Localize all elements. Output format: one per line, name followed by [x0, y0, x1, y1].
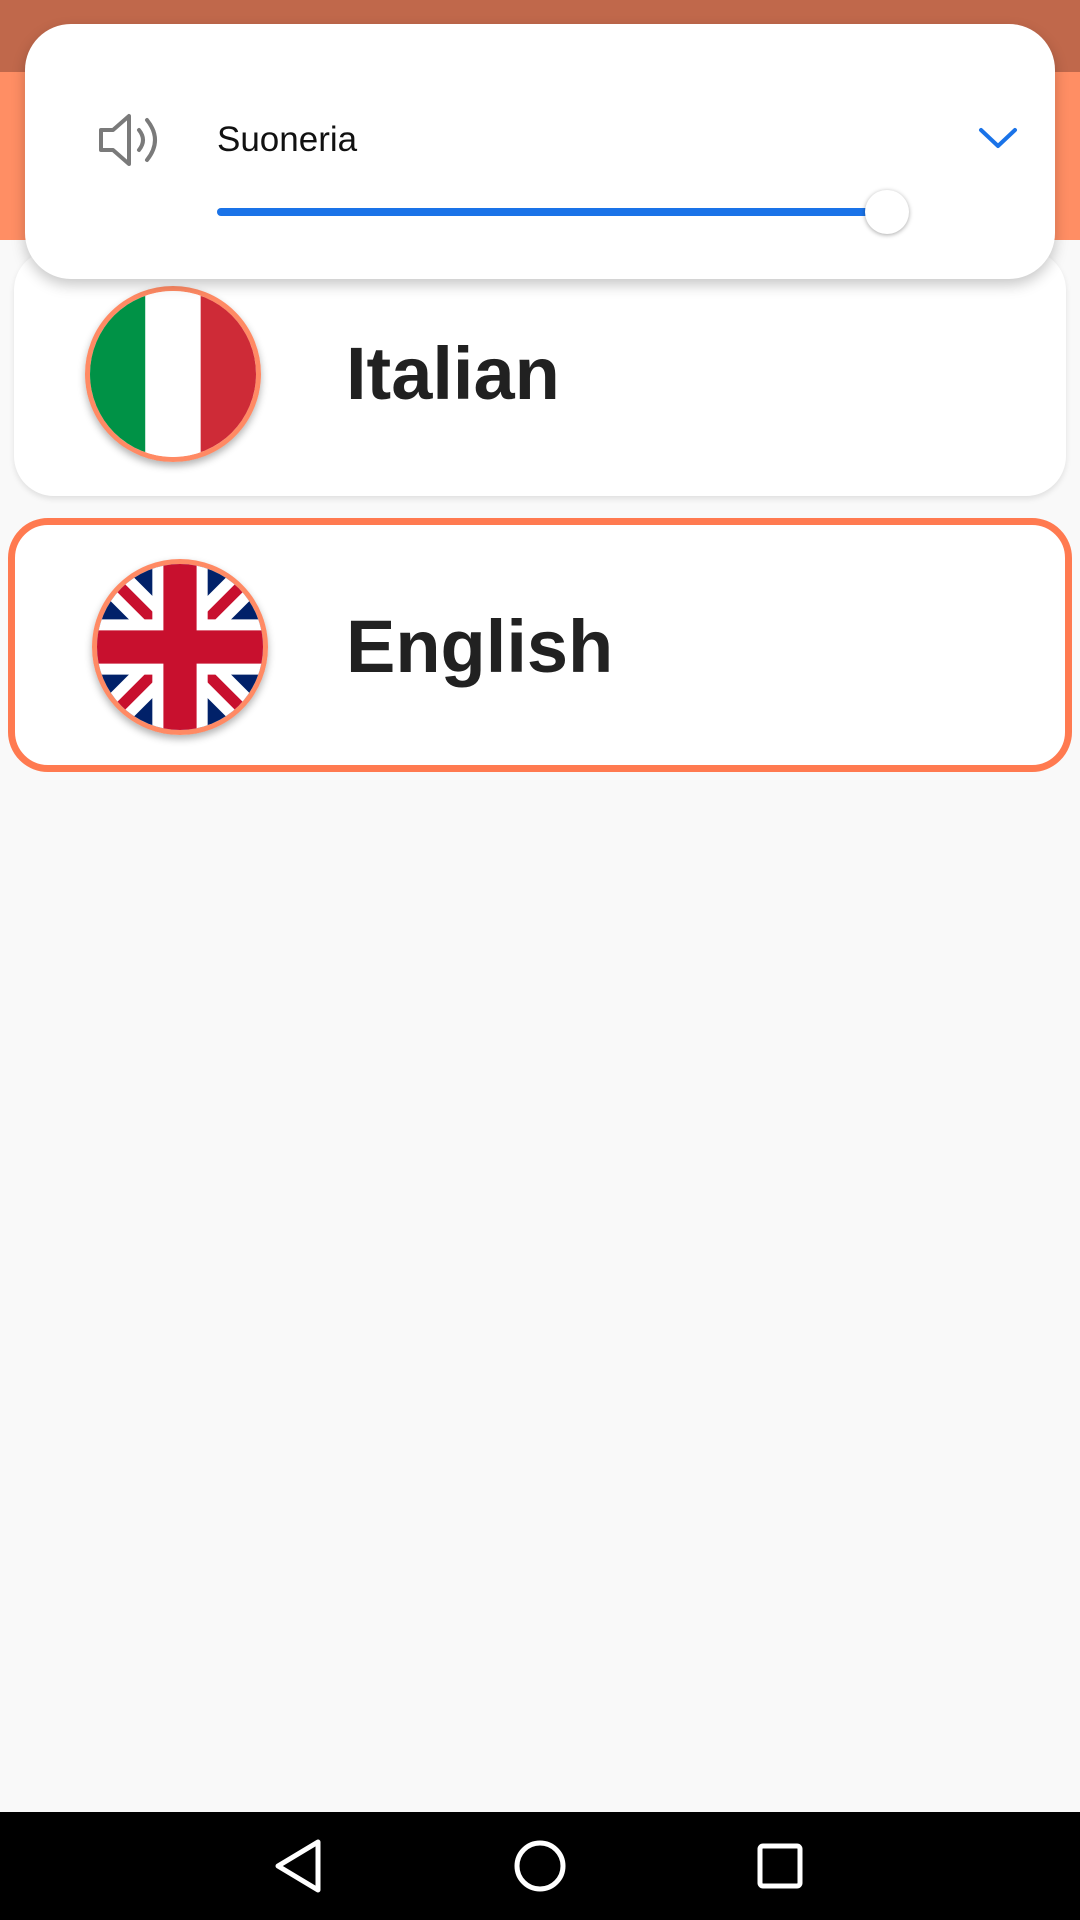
language-option-italian[interactable]: Italian: [14, 250, 1066, 496]
language-option-english[interactable]: English: [8, 518, 1072, 772]
home-circle-icon[interactable]: [500, 1826, 580, 1906]
speaker-icon[interactable]: [97, 112, 167, 168]
recent-square-icon[interactable]: [740, 1826, 820, 1906]
back-triangle-icon[interactable]: [260, 1826, 340, 1906]
navigation-bar: [0, 1812, 1080, 1920]
volume-slider[interactable]: [217, 190, 910, 234]
volume-slider-fill: [217, 208, 888, 216]
chevron-down-icon[interactable]: [977, 124, 1019, 152]
italy-flag-icon: [85, 286, 261, 462]
volume-slider-thumb[interactable]: [865, 190, 910, 234]
language-name: English: [346, 605, 614, 688]
volume-panel: Suoneria: [25, 24, 1055, 279]
language-name: Italian: [346, 332, 560, 415]
uk-flag-icon: [92, 559, 268, 735]
volume-label: Suoneria: [217, 120, 358, 159]
